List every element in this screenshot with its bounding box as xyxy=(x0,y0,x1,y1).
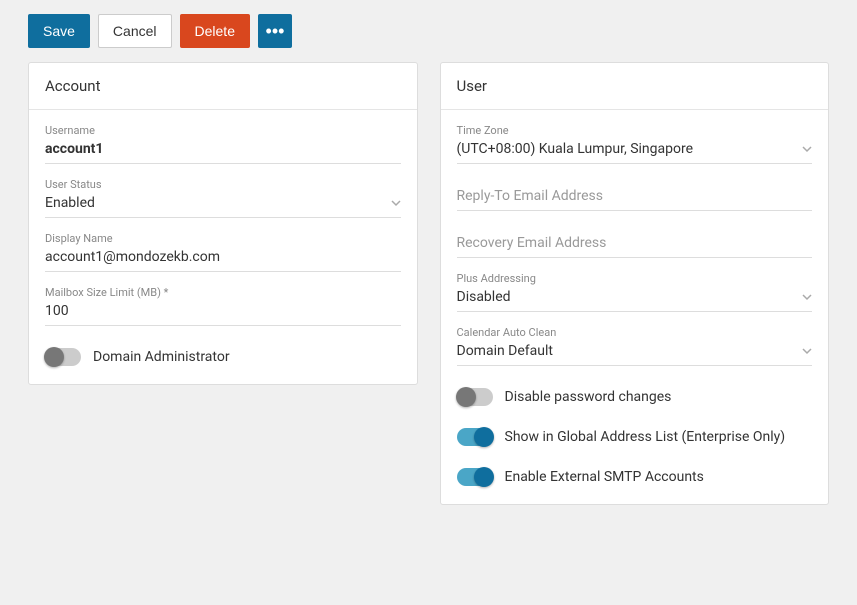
timezone-value: (UTC+08:00) Kuala Lumpur, Singapore xyxy=(457,141,694,157)
domain-admin-label: Domain Administrator xyxy=(93,349,230,365)
disable-password-label: Disable password changes xyxy=(505,389,672,405)
username-label: Username xyxy=(45,124,401,137)
plus-addressing-select[interactable]: Disabled xyxy=(457,287,813,307)
display-name-label: Display Name xyxy=(45,232,401,245)
mailbox-limit-label: Mailbox Size Limit (MB) * xyxy=(45,286,401,299)
domain-admin-toggle[interactable] xyxy=(45,348,81,366)
chevron-down-icon xyxy=(391,198,401,208)
enable-smtp-toggle[interactable] xyxy=(457,468,493,486)
action-toolbar: Save Cancel Delete ••• xyxy=(0,0,857,62)
delete-button[interactable]: Delete xyxy=(180,14,250,48)
chevron-down-icon xyxy=(802,346,812,356)
timezone-label: Time Zone xyxy=(457,124,813,137)
reply-to-field[interactable]: Reply-To Email Address xyxy=(457,178,813,211)
display-name-field[interactable]: Display Name xyxy=(45,232,401,272)
user-status-select[interactable]: Enabled xyxy=(45,193,401,213)
account-card-title: Account xyxy=(29,63,417,110)
show-gal-row: Show in Global Address List (Enterprise … xyxy=(457,424,813,446)
user-card-body: Time Zone (UTC+08:00) Kuala Lumpur, Sing… xyxy=(441,110,829,504)
mailbox-limit-input[interactable] xyxy=(45,301,401,321)
show-gal-toggle[interactable] xyxy=(457,428,493,446)
show-gal-label: Show in Global Address List (Enterprise … xyxy=(505,429,786,445)
display-name-input[interactable] xyxy=(45,247,401,267)
plus-addressing-value: Disabled xyxy=(457,289,511,305)
mailbox-limit-field[interactable]: Mailbox Size Limit (MB) * xyxy=(45,286,401,326)
account-card-body: Username account1 User Status Enabled Di… xyxy=(29,110,417,384)
user-card: User Time Zone (UTC+08:00) Kuala Lumpur,… xyxy=(440,62,830,505)
disable-password-toggle[interactable] xyxy=(457,388,493,406)
save-button[interactable]: Save xyxy=(28,14,90,48)
user-status-field[interactable]: User Status Enabled xyxy=(45,178,401,218)
enable-smtp-label: Enable External SMTP Accounts xyxy=(505,469,704,485)
username-field: Username account1 xyxy=(45,124,401,164)
domain-admin-row: Domain Administrator xyxy=(45,344,401,366)
username-value: account1 xyxy=(45,139,401,159)
timezone-select[interactable]: (UTC+08:00) Kuala Lumpur, Singapore xyxy=(457,139,813,159)
user-card-title: User xyxy=(441,63,829,110)
plus-addressing-field[interactable]: Plus Addressing Disabled xyxy=(457,272,813,312)
enable-smtp-row: Enable External SMTP Accounts xyxy=(457,464,813,486)
user-status-label: User Status xyxy=(45,178,401,191)
calendar-auto-clean-field[interactable]: Calendar Auto Clean Domain Default xyxy=(457,326,813,366)
calendar-auto-clean-select[interactable]: Domain Default xyxy=(457,341,813,361)
timezone-field[interactable]: Time Zone (UTC+08:00) Kuala Lumpur, Sing… xyxy=(457,124,813,164)
chevron-down-icon xyxy=(802,292,812,302)
recovery-email-placeholder: Recovery Email Address xyxy=(457,235,607,251)
reply-to-placeholder: Reply-To Email Address xyxy=(457,188,604,204)
content-columns: Account Username account1 User Status En… xyxy=(0,62,857,533)
account-card: Account Username account1 User Status En… xyxy=(28,62,418,385)
recovery-email-field[interactable]: Recovery Email Address xyxy=(457,225,813,258)
more-actions-button[interactable]: ••• xyxy=(258,14,292,48)
disable-password-row: Disable password changes xyxy=(457,384,813,406)
chevron-down-icon xyxy=(802,144,812,154)
plus-addressing-label: Plus Addressing xyxy=(457,272,813,285)
calendar-auto-clean-label: Calendar Auto Clean xyxy=(457,326,813,339)
user-status-value: Enabled xyxy=(45,195,95,211)
cancel-button[interactable]: Cancel xyxy=(98,14,172,48)
calendar-auto-clean-value: Domain Default xyxy=(457,343,553,359)
